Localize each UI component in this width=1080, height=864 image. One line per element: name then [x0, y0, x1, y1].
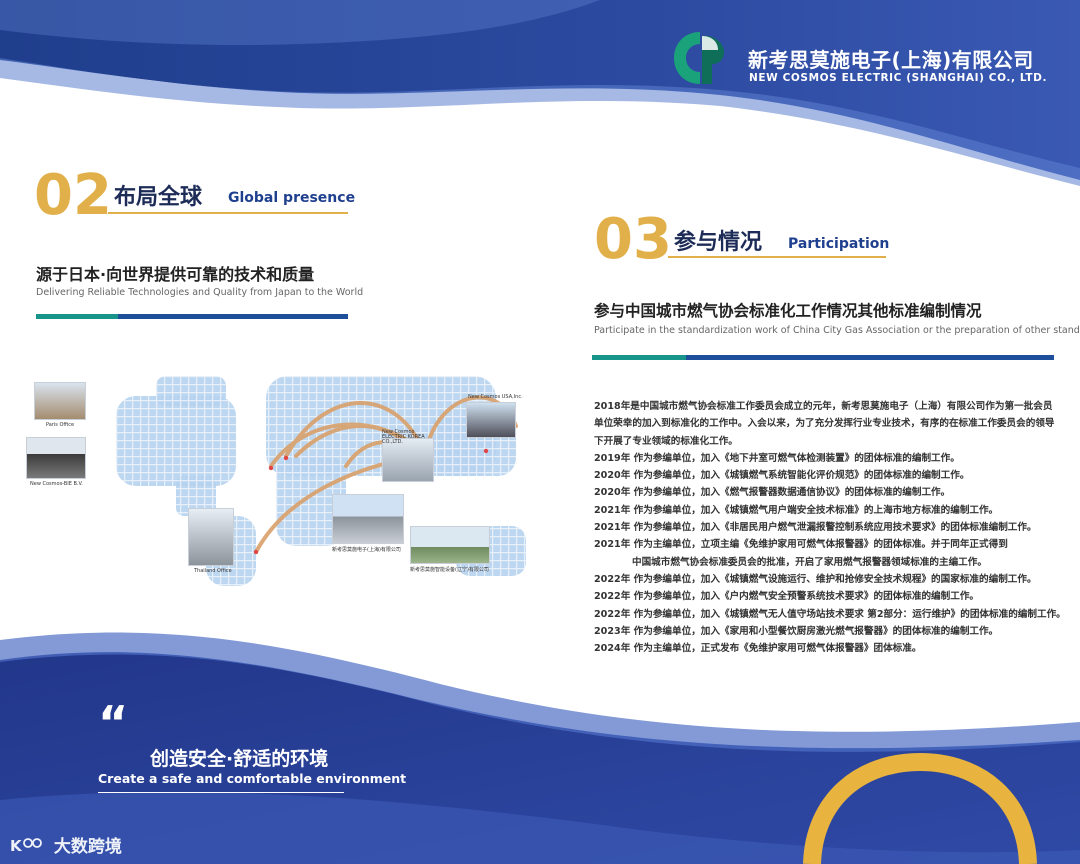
usa-office-photo	[466, 402, 516, 438]
paris-office-photo	[34, 382, 86, 420]
section3-title-cn: 参与情况	[674, 230, 763, 255]
entry-line: 2020年 作为参编单位，加入《城镇燃气系统智能化评价规范》的团体标准的编制工作…	[594, 470, 970, 482]
section2-title-en: Global presence	[228, 190, 356, 206]
shanghai-office-label: 新考思莫施电子(上海)有限公司	[332, 547, 401, 553]
section3-subtitle-cn: 参与中国城市燃气协会标准化工作情况其他标准编制情况	[594, 302, 982, 320]
section3-subtitle-en: Participate in the standardization work …	[594, 325, 1080, 336]
entry-line: 2019年 作为参编单位，加入《地下井室可燃气体检测装置》的团体标准的编制工作。	[594, 452, 960, 464]
entry-line: 2021年 作为参编单位，加入《非居民用户燃气泄漏报警控制系统应用技术要求》的团…	[594, 522, 1037, 534]
watermark: K 大数跨境	[10, 832, 122, 861]
liaoning-office-label: 新考思莫施智能设备(辽宁)有限公司	[410, 567, 489, 573]
entry-line: 2021年 作为主编单位，立项主编《免维护家用可燃气体报警器》的团体标准。并于同…	[594, 539, 1008, 551]
intro-line: 下开展了专业领域的标准化工作。	[594, 435, 738, 447]
section3-underline	[668, 256, 886, 258]
watermark-text: 大数跨境	[53, 837, 122, 857]
korea-office-label: New Cosmos ELECTRIC KOREA CO.,LTD.	[382, 429, 425, 445]
k100-logo-icon: K	[10, 834, 44, 861]
liaoning-office-photo	[410, 526, 490, 564]
footer-underline	[98, 792, 344, 793]
intro-line: 2018年是中国城市燃气协会标准工作委员会成立的元年，新考思莫施电子（上海）有限…	[594, 401, 1053, 412]
participation-text: 2018年是中国城市燃气协会标准工作委员会成立的元年，新考思莫施电子（上海）有限…	[594, 398, 1066, 657]
footer-slogan-cn: 创造安全·舒适的环境	[150, 748, 329, 770]
shanghai-office-photo	[332, 494, 404, 544]
bv-office-photo	[26, 437, 86, 479]
company-name-en: NEW COSMOS ELECTRIC (SHANGHAI) CO., LTD.	[749, 72, 1048, 84]
section2-number: 02	[34, 163, 112, 228]
intro-line: 单位荣幸的加入到标准化的工作中。入会以来，为了充分发挥行业专业技术，有序的在标准…	[594, 418, 1055, 430]
thailand-office-photo	[188, 508, 234, 566]
section2-divider-bar	[36, 314, 348, 319]
section2-subtitle-cn: 源于日本·向世界提供可靠的技术和质量	[36, 265, 315, 284]
section2-underline	[108, 212, 348, 214]
entry-line: 2023年 作为参编单位，加入《家用和小型餐饮厨房激光燃气报警器》的团体标准的编…	[594, 625, 999, 637]
section3-title-en: Participation	[788, 236, 890, 252]
section2-subtitle-en: Delivering Reliable Technologies and Qua…	[36, 287, 364, 298]
svg-text:K: K	[10, 837, 23, 855]
entry-line: 2022年 作为参编单位，加入《户内燃气安全预警系统技术要求》的团体标准的编制工…	[594, 591, 980, 603]
usa-office-label: New Cosmos USA,Inc.	[468, 394, 523, 400]
thailand-office-label: Thailand Office	[194, 568, 232, 574]
paris-office-label: Paris Office	[46, 422, 75, 428]
quote-mark: “	[98, 696, 129, 750]
section3-number: 03	[594, 207, 672, 272]
entry-line: 2024年 作为主编单位，正式发布《免维护家用可燃气体报警器》团体标准。	[594, 643, 922, 655]
company-name-cn: 新考思莫施电子(上海)有限公司	[748, 48, 1034, 72]
entry-line: 2020年 作为参编单位，加入《燃气报警器数据通信协议》的团体标准的编制工作。	[594, 487, 951, 499]
bv-office-label: New Cosmos-BIE B.V.	[30, 481, 83, 487]
entry-line: 2021年 作为参编单位，加入《城镇燃气用户端安全技术标准》的上海市地方标准的编…	[594, 504, 999, 516]
entry-line: 2022年 作为参编单位，加入《城镇燃气设施运行、维护和抢修安全技术规程》的国家…	[594, 573, 1037, 585]
section3-divider-bar	[592, 355, 1054, 360]
entry-line: 2022年 作为参编单位，加入《城镇燃气无人值守场站技术要求 第2部分：运行维护…	[594, 608, 1066, 620]
company-logo-icon	[672, 28, 728, 90]
footer-slogan-en: Create a safe and comfortable environmen…	[98, 771, 407, 786]
section2-title-cn: 布局全球	[114, 185, 203, 210]
entry-line: 中国城市燃气协会标准委员会的批准，开启了家用燃气报警器领域标准的主编工作。	[632, 556, 987, 568]
